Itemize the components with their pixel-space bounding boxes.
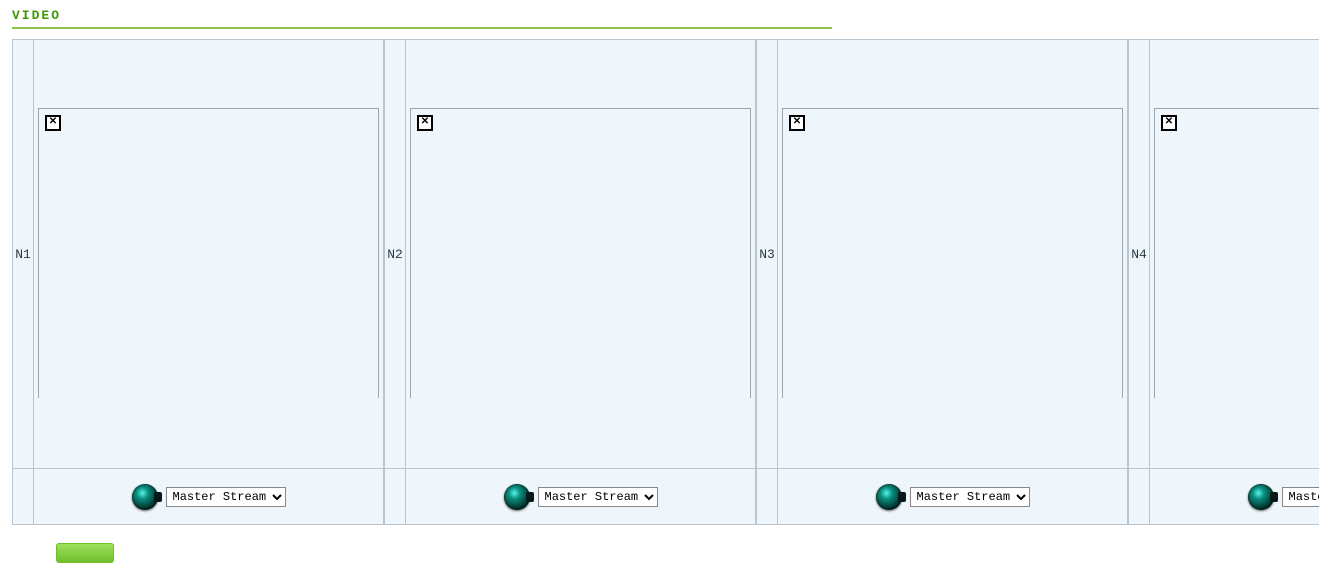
stream-select[interactable]: Master Stream bbox=[1282, 487, 1320, 507]
section-title: VIDEO bbox=[12, 8, 1319, 27]
stream-controls: Master Stream bbox=[778, 469, 1128, 525]
camera-icon[interactable] bbox=[504, 484, 530, 510]
camera-icon[interactable] bbox=[876, 484, 902, 510]
stream-select[interactable]: Master Stream bbox=[538, 487, 658, 507]
footer-label-spacer bbox=[756, 469, 778, 525]
section-title-underline bbox=[12, 27, 832, 29]
broken-image-icon bbox=[45, 115, 61, 131]
camera-icon[interactable] bbox=[132, 484, 158, 510]
broken-image-icon bbox=[789, 115, 805, 131]
stream-select[interactable]: Master Stream bbox=[910, 487, 1030, 507]
broken-image-icon bbox=[417, 115, 433, 131]
channel-label: N2 bbox=[384, 39, 406, 469]
channel-label: N4 bbox=[1128, 39, 1150, 469]
footer-label-spacer bbox=[384, 469, 406, 525]
video-pane[interactable] bbox=[778, 39, 1128, 469]
stream-select[interactable]: Master Stream bbox=[166, 487, 286, 507]
action-button-row bbox=[12, 543, 1319, 567]
video-canvas bbox=[38, 108, 379, 398]
footer-label-spacer bbox=[12, 469, 34, 525]
action-button[interactable] bbox=[56, 543, 114, 563]
channel-label: N1 bbox=[12, 39, 34, 469]
channel-label: N3 bbox=[756, 39, 778, 469]
video-canvas bbox=[410, 108, 751, 398]
broken-image-icon bbox=[1161, 115, 1177, 131]
video-pane[interactable] bbox=[406, 39, 756, 469]
video-pane[interactable] bbox=[34, 39, 384, 469]
video-pane[interactable] bbox=[1150, 39, 1319, 469]
stream-controls: Master Stream bbox=[1150, 469, 1319, 525]
camera-icon[interactable] bbox=[1248, 484, 1274, 510]
stream-controls: Master Stream bbox=[406, 469, 756, 525]
video-canvas bbox=[782, 108, 1123, 398]
video-row: N1 N2 N3 N4 bbox=[12, 39, 1319, 469]
video-grid: N1 N2 N3 N4 Ma bbox=[12, 39, 1319, 525]
video-footer-row: Master Stream Master Stream Master Strea… bbox=[12, 469, 1319, 525]
footer-label-spacer bbox=[1128, 469, 1150, 525]
video-canvas bbox=[1154, 108, 1319, 398]
stream-controls: Master Stream bbox=[34, 469, 384, 525]
